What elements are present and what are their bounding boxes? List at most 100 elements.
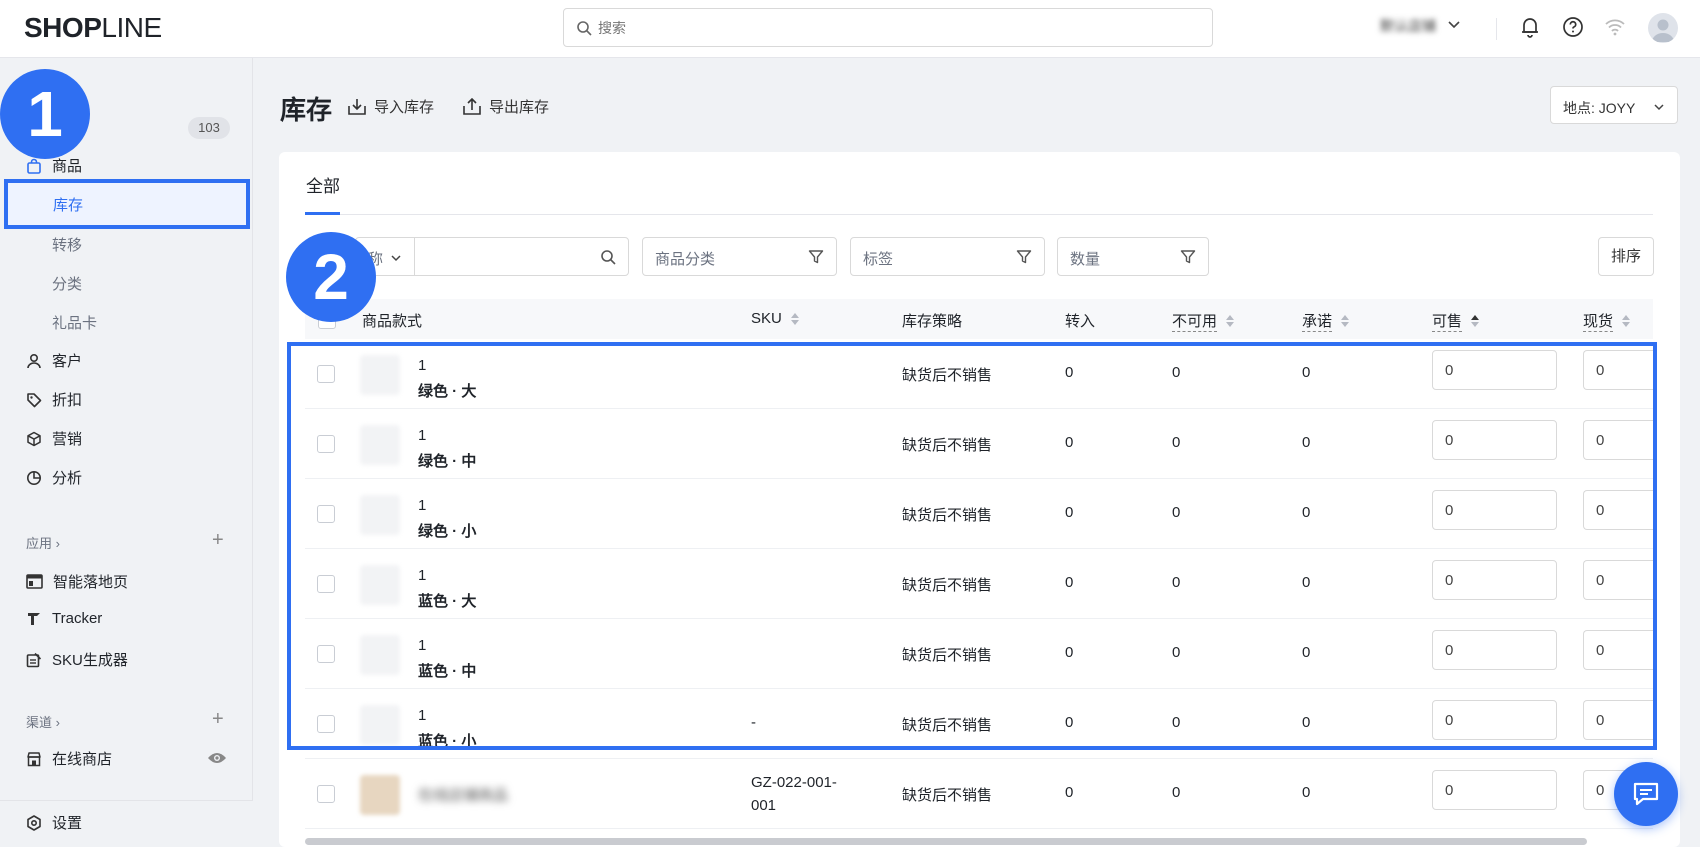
- table-row[interactable]: 1 蓝色 · 中缺货后不销售 0 0 0 0 0: [305, 619, 1653, 689]
- policy-cell: 缺货后不销售: [902, 647, 993, 664]
- committed-cell: 0: [1302, 784, 1311, 801]
- user-avatar-icon: [1652, 19, 1674, 42]
- available-input[interactable]: 0: [1432, 350, 1557, 390]
- top-bar: SHOPLINE 默认店铺: [0, 0, 1700, 58]
- shopline-logo[interactable]: SHOPLINE: [24, 12, 162, 44]
- product-thumbnail: [360, 635, 400, 675]
- table-row[interactable]: 在线店铺商品 GZ-022-001- 001 缺货后不销售 0 0 0 0 0: [305, 759, 1653, 829]
- search-icon[interactable]: [600, 249, 616, 265]
- sidebar-item-inventory[interactable]: 库存: [4, 179, 250, 229]
- available-input[interactable]: 0: [1432, 770, 1557, 810]
- quantity-filter[interactable]: 数量: [1057, 237, 1209, 276]
- apps-section-title[interactable]: 应用 ›: [26, 533, 60, 552]
- sidebar-item-products[interactable]: 商品: [26, 155, 82, 176]
- product-name[interactable]: 1: [418, 567, 426, 584]
- table-row[interactable]: 1 蓝色 · 大缺货后不销售 0 0 0 0 0: [305, 549, 1653, 619]
- product-name[interactable]: 1: [418, 637, 426, 654]
- step-marker-1: 1: [0, 69, 90, 159]
- on-hand-input[interactable]: 0: [1583, 700, 1653, 740]
- location-select[interactable]: 地点: JOYY: [1550, 86, 1678, 124]
- sidebar-item-settings[interactable]: 设置: [26, 812, 82, 833]
- sidebar-channel-online-store[interactable]: 在线商店: [26, 748, 112, 769]
- col-sku[interactable]: SKU: [751, 310, 800, 327]
- row-checkbox[interactable]: [317, 365, 335, 383]
- product-name[interactable]: 1: [418, 357, 426, 374]
- row-checkbox[interactable]: [317, 785, 335, 803]
- sidebar-app-tracker[interactable]: Tracker: [26, 610, 102, 627]
- variant-name: 蓝色 · 大: [418, 593, 477, 610]
- tab-divider: [305, 214, 1653, 215]
- col-on-hand[interactable]: 现货: [1583, 310, 1631, 332]
- export-inventory-button[interactable]: 导出库存: [462, 96, 549, 117]
- sidebar-item-discounts[interactable]: 折扣: [26, 389, 82, 410]
- filter-icon: [808, 250, 824, 264]
- available-input[interactable]: 0: [1432, 560, 1557, 600]
- policy-cell: 缺货后不销售: [902, 367, 993, 384]
- on-hand-input[interactable]: 0: [1583, 560, 1653, 600]
- bag-icon: [27, 158, 41, 174]
- row-checkbox[interactable]: [317, 505, 335, 523]
- sidebar-item-analytics[interactable]: 分析: [26, 467, 82, 488]
- sidebar-item-marketing[interactable]: 营销: [26, 428, 82, 449]
- variant-name: 绿色 · 小: [418, 523, 477, 540]
- name-search-filter[interactable]: 称: [355, 237, 629, 276]
- available-input[interactable]: 0: [1432, 700, 1557, 740]
- sidebar-item-transfers[interactable]: 转移: [52, 234, 82, 255]
- col-available[interactable]: 可售: [1432, 310, 1480, 332]
- eye-icon[interactable]: [207, 751, 227, 765]
- available-input[interactable]: 0: [1432, 490, 1557, 530]
- product-thumbnail: [360, 775, 400, 815]
- col-unavailable[interactable]: 不可用: [1172, 310, 1235, 332]
- horizontal-scrollbar[interactable]: [305, 838, 1587, 845]
- bell-icon[interactable]: [1520, 16, 1540, 38]
- step-marker-2: 2: [286, 232, 376, 322]
- sort-icon: [790, 312, 799, 325]
- help-icon[interactable]: [1562, 16, 1584, 38]
- sidebar-app-sku-generator[interactable]: SKU生成器: [26, 649, 128, 670]
- variant-name: 蓝色 · 中: [418, 663, 477, 680]
- committed-cell: 0: [1302, 364, 1311, 381]
- row-checkbox[interactable]: [317, 575, 335, 593]
- on-hand-input[interactable]: 0: [1583, 420, 1653, 460]
- avatar[interactable]: [1648, 13, 1678, 43]
- tab-all[interactable]: 全部: [306, 172, 340, 197]
- table-row[interactable]: 1 蓝色 · 小 - 缺货后不销售 0 0 0 0 0: [305, 689, 1653, 759]
- product-name[interactable]: 1: [418, 497, 426, 514]
- sidebar-item-label: 营销: [52, 431, 83, 448]
- row-checkbox[interactable]: [317, 435, 335, 453]
- table-row[interactable]: 1 绿色 · 中缺货后不销售 0 0 0 0 0: [305, 409, 1653, 479]
- import-inventory-button[interactable]: 导入库存: [347, 96, 434, 117]
- product-name[interactable]: 1: [418, 427, 426, 444]
- global-search[interactable]: [563, 8, 1213, 47]
- filter-icon: [1016, 250, 1032, 264]
- sidebar-item-gift-cards[interactable]: 礼品卡: [52, 312, 97, 333]
- add-app-button[interactable]: +: [212, 529, 224, 552]
- available-input[interactable]: 0: [1432, 420, 1557, 460]
- chat-button[interactable]: [1614, 762, 1678, 826]
- store-name[interactable]: 默认店铺: [1380, 16, 1436, 36]
- chevron-down-icon[interactable]: [1447, 18, 1461, 32]
- on-hand-input[interactable]: 0: [1583, 630, 1653, 670]
- product-thumbnail: [360, 705, 400, 745]
- tags-filter[interactable]: 标签: [850, 237, 1045, 276]
- channels-section-title[interactable]: 渠道 ›: [26, 712, 60, 731]
- product-name[interactable]: 在线店铺商品: [418, 784, 508, 805]
- row-checkbox[interactable]: [317, 715, 335, 733]
- table-row[interactable]: 1 绿色 · 小缺货后不销售 0 0 0 0 0: [305, 479, 1653, 549]
- row-checkbox[interactable]: [317, 645, 335, 663]
- col-committed[interactable]: 承诺: [1302, 310, 1350, 332]
- on-hand-input[interactable]: 0: [1583, 490, 1653, 530]
- sort-button[interactable]: 排序: [1598, 237, 1654, 276]
- committed-cell: 0: [1302, 574, 1311, 591]
- add-channel-button[interactable]: +: [212, 708, 224, 731]
- available-input[interactable]: 0: [1432, 630, 1557, 670]
- sidebar-item-customers[interactable]: 客户: [26, 350, 82, 371]
- sidebar-item-collections[interactable]: 分类: [52, 273, 82, 294]
- product-name[interactable]: 1: [418, 707, 426, 724]
- on-hand-input[interactable]: 0: [1583, 350, 1653, 390]
- sidebar-app-landing[interactable]: 智能落地页: [26, 571, 128, 592]
- search-input[interactable]: [598, 17, 1198, 39]
- table-row[interactable]: 1 绿色 · 大缺货后不销售 0 0 0 0 0: [305, 339, 1653, 409]
- transfer-in-cell: 0: [1065, 434, 1074, 451]
- category-filter[interactable]: 商品分类: [642, 237, 837, 276]
